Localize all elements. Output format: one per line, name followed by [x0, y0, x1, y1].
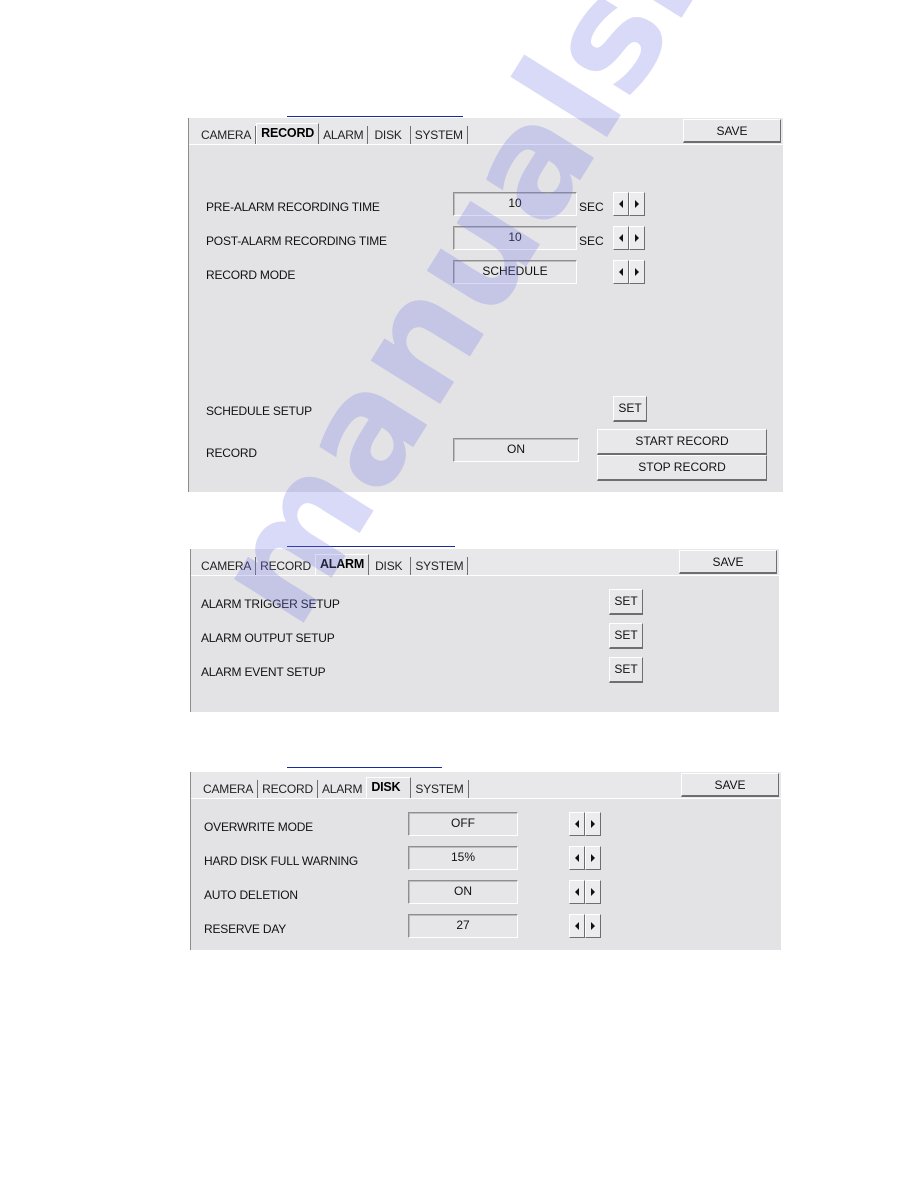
- record-settings-panel: CAMERA RECORD ALARM DISK SYSTEM SAVE PRE…: [188, 118, 783, 492]
- right-arrow-icon: [591, 922, 595, 930]
- decrement-button[interactable]: [569, 880, 585, 904]
- tab-bar: CAMERA RECORD ALARM DISK SYSTEM SAVE: [191, 772, 781, 799]
- record-mode-value: SCHEDULE: [453, 260, 577, 284]
- link-underline: [287, 767, 442, 768]
- tab-alarm[interactable]: ALARM: [314, 554, 370, 575]
- decrement-button[interactable]: [569, 914, 585, 938]
- post-alarm-unit: SEC: [579, 234, 604, 248]
- tab-bar: CAMERA RECORD ALARM DISK SYSTEM SAVE: [189, 118, 783, 145]
- right-arrow-icon: [635, 200, 639, 208]
- right-arrow-icon: [591, 888, 595, 896]
- increment-button[interactable]: [629, 192, 645, 216]
- increment-button[interactable]: [629, 226, 645, 250]
- right-arrow-icon: [591, 820, 595, 828]
- record-mode-spinner: [613, 260, 645, 284]
- right-arrow-icon: [635, 234, 639, 242]
- record-status-value: ON: [453, 438, 579, 462]
- increment-button[interactable]: [629, 260, 645, 284]
- alarm-settings-panel: CAMERA RECORD ALARM DISK SYSTEM SAVE ALA…: [190, 549, 779, 712]
- reserve-day-value: 27: [408, 914, 518, 938]
- stop-record-button[interactable]: STOP RECORD: [597, 455, 767, 481]
- tab-system[interactable]: SYSTEM: [410, 126, 468, 144]
- increment-button[interactable]: [585, 914, 601, 938]
- save-button[interactable]: SAVE: [683, 119, 781, 143]
- pre-alarm-recording-time-value: 10: [453, 192, 577, 216]
- tab-record[interactable]: RECORD: [256, 557, 315, 575]
- hard-disk-full-warning-spinner: [569, 846, 601, 870]
- auto-deletion-label: AUTO DELETION: [204, 888, 298, 902]
- alarm-output-setup-label: ALARM OUTPUT SETUP: [201, 631, 335, 645]
- tab-disk[interactable]: DISK: [366, 777, 412, 798]
- overwrite-mode-label: OVERWRITE MODE: [204, 820, 313, 834]
- pre-alarm-unit: SEC: [579, 200, 604, 214]
- schedule-setup-label: SCHEDULE SETUP: [206, 404, 312, 418]
- decrement-button[interactable]: [613, 260, 629, 284]
- post-alarm-recording-time-value: 10: [453, 226, 577, 250]
- right-arrow-icon: [635, 268, 639, 276]
- disk-settings-panel: CAMERA RECORD ALARM DISK SYSTEM SAVE OVE…: [190, 772, 781, 950]
- reserve-day-label: RESERVE DAY: [204, 922, 287, 936]
- left-arrow-icon: [575, 854, 579, 862]
- record-mode-label: RECORD MODE: [206, 268, 296, 282]
- left-arrow-icon: [619, 234, 623, 242]
- tab-camera[interactable]: CAMERA: [197, 557, 257, 575]
- tab-alarm[interactable]: ALARM: [319, 126, 369, 144]
- left-arrow-icon: [619, 268, 623, 276]
- increment-button[interactable]: [585, 846, 601, 870]
- tab-bar: CAMERA RECORD ALARM DISK SYSTEM SAVE: [191, 549, 779, 576]
- start-record-button[interactable]: START RECORD: [597, 429, 767, 455]
- alarm-trigger-setup-label: ALARM TRIGGER SETUP: [201, 597, 340, 611]
- decrement-button[interactable]: [613, 192, 629, 216]
- hard-disk-full-warning-value: 15%: [408, 846, 518, 870]
- tab-camera[interactable]: CAMERA: [199, 780, 259, 798]
- left-arrow-icon: [575, 820, 579, 828]
- decrement-button[interactable]: [569, 812, 585, 836]
- schedule-setup-set-button[interactable]: SET: [613, 396, 647, 422]
- tab-camera[interactable]: CAMERA: [197, 126, 257, 144]
- auto-deletion-spinner: [569, 880, 601, 904]
- left-arrow-icon: [575, 922, 579, 930]
- pre-alarm-recording-time-label: PRE-ALARM RECORDING TIME: [206, 200, 380, 214]
- left-arrow-icon: [575, 888, 579, 896]
- save-button[interactable]: SAVE: [679, 550, 777, 574]
- save-button[interactable]: SAVE: [681, 773, 779, 797]
- alarm-event-set-button[interactable]: SET: [609, 657, 643, 683]
- tab-system[interactable]: SYSTEM: [411, 557, 469, 575]
- record-label: RECORD: [206, 446, 257, 460]
- alarm-trigger-set-button[interactable]: SET: [609, 589, 643, 615]
- decrement-button[interactable]: [613, 226, 629, 250]
- left-arrow-icon: [619, 200, 623, 208]
- tab-system[interactable]: SYSTEM: [411, 780, 469, 798]
- reserve-day-spinner: [569, 914, 601, 938]
- pre-alarm-spinner: [613, 192, 645, 216]
- tab-disk[interactable]: DISK: [368, 126, 411, 144]
- alarm-event-setup-label: ALARM EVENT SETUP: [201, 665, 326, 679]
- link-underline: [287, 116, 463, 117]
- post-alarm-spinner: [613, 226, 645, 250]
- increment-button[interactable]: [585, 880, 601, 904]
- auto-deletion-value: ON: [408, 880, 518, 904]
- alarm-output-set-button[interactable]: SET: [609, 623, 643, 649]
- overwrite-mode-value: OFF: [408, 812, 518, 836]
- tab-record[interactable]: RECORD: [258, 780, 318, 798]
- tab-alarm[interactable]: ALARM: [317, 780, 367, 798]
- tab-record[interactable]: RECORD: [256, 123, 320, 144]
- overwrite-mode-spinner: [569, 812, 601, 836]
- increment-button[interactable]: [585, 812, 601, 836]
- decrement-button[interactable]: [569, 846, 585, 870]
- right-arrow-icon: [591, 854, 595, 862]
- link-underline: [287, 546, 455, 547]
- hard-disk-full-warning-label: HARD DISK FULL WARNING: [204, 854, 359, 868]
- post-alarm-recording-time-label: POST-ALARM RECORDING TIME: [206, 234, 387, 248]
- tab-disk[interactable]: DISK: [369, 557, 412, 575]
